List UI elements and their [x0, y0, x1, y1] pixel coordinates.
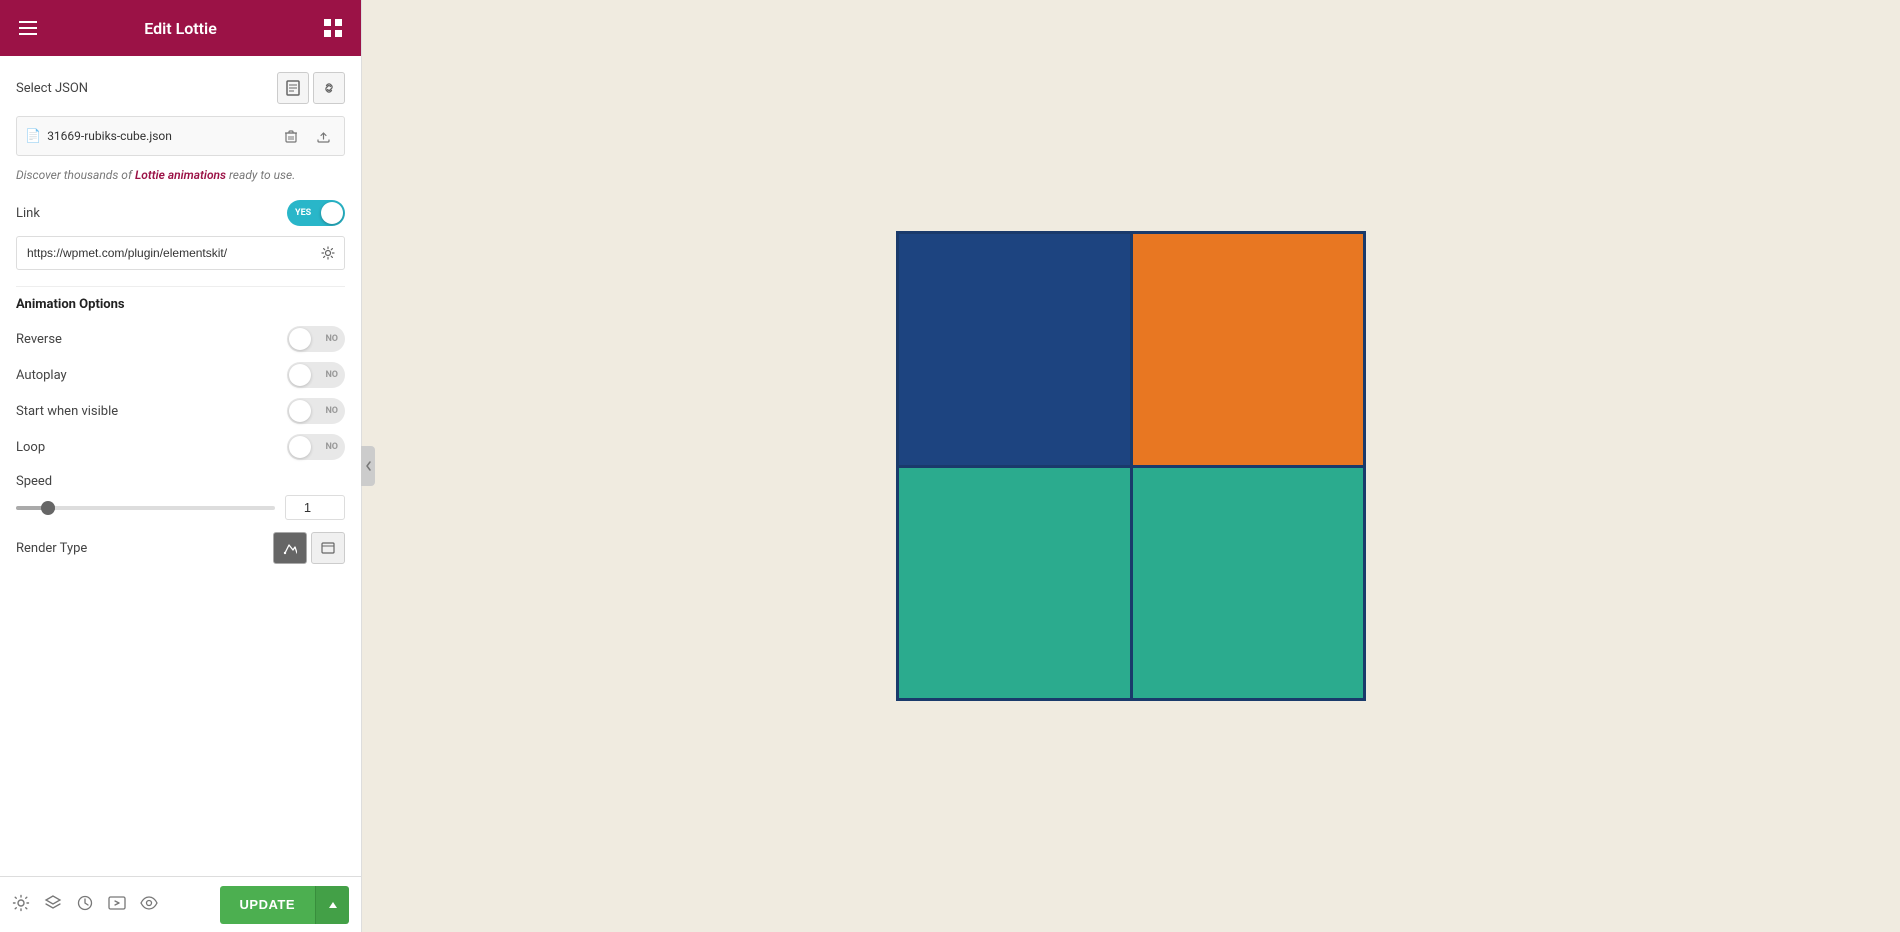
loop-toggle-knob — [289, 436, 311, 458]
file-type-icon: 📄 — [25, 129, 41, 144]
sidebar-content: Select JSON — [0, 56, 361, 876]
collapse-handle[interactable] — [361, 446, 375, 486]
select-json-actions — [277, 72, 345, 104]
sidebar-footer: UPDATE — [0, 876, 361, 932]
reverse-row: Reverse NO — [16, 326, 345, 352]
update-button[interactable]: UPDATE — [220, 886, 315, 924]
start-when-visible-no-label: NO — [325, 406, 338, 416]
render-type-label: Render Type — [16, 541, 87, 556]
lottie-animations-link[interactable]: Lottie animations — [135, 168, 226, 182]
speed-row: Speed — [16, 470, 345, 520]
reverse-no-label: NO — [325, 334, 338, 344]
file-row: 📄 31669-rubiks-cube.json — [16, 116, 345, 156]
file-name-label: 31669-rubiks-cube.json — [47, 129, 272, 143]
start-when-visible-row: Start when visible NO — [16, 398, 345, 424]
loop-no-label: NO — [325, 442, 338, 452]
toggle-knob — [321, 202, 343, 224]
autoplay-label: Autoplay — [16, 368, 67, 383]
render-type-row: Render Type — [16, 532, 345, 564]
history-icon[interactable] — [76, 894, 94, 916]
upload-file-button[interactable] — [310, 123, 336, 149]
reverse-label: Reverse — [16, 332, 62, 347]
reverse-toggle-knob — [289, 328, 311, 350]
rubiks-cube-preview — [896, 231, 1366, 701]
speed-label: Speed — [16, 474, 52, 489]
speed-input[interactable] — [285, 495, 345, 520]
animation-options-title: Animation Options — [16, 297, 345, 312]
render-canvas-button[interactable] — [311, 532, 345, 564]
link-label: Link — [16, 206, 40, 221]
link-toggle[interactable]: YES — [287, 200, 345, 226]
eye-icon[interactable] — [140, 894, 158, 916]
select-json-label: Select JSON — [16, 81, 88, 96]
footer-icons — [12, 894, 158, 916]
speed-slider-row — [16, 495, 345, 520]
cube-quad-top-right — [1133, 234, 1364, 465]
hamburger-icon[interactable] — [16, 16, 40, 40]
speed-slider[interactable] — [16, 506, 275, 510]
reverse-toggle[interactable]: NO — [287, 326, 345, 352]
grid-icon[interactable] — [321, 16, 345, 40]
loop-row: Loop NO — [16, 434, 345, 460]
cube-quad-bottom-left — [899, 468, 1130, 699]
select-json-row: Select JSON — [16, 72, 345, 104]
main-canvas — [362, 0, 1900, 932]
url-row — [16, 236, 345, 270]
layers-icon[interactable] — [44, 894, 62, 916]
autoplay-toggle-knob — [289, 364, 311, 386]
autoplay-row: Autoplay NO — [16, 362, 345, 388]
update-btn-group: UPDATE — [220, 886, 349, 924]
sidebar-header: Edit Lottie — [0, 0, 361, 56]
toggle-yes-label: YES — [295, 208, 311, 218]
render-svg-button[interactable] — [273, 532, 307, 564]
sidebar: Edit Lottie Select JSON — [0, 0, 362, 932]
url-settings-button[interactable] — [312, 237, 344, 269]
update-arrow-button[interactable] — [315, 886, 349, 924]
select-json-file-button[interactable] — [277, 72, 309, 104]
autoplay-no-label: NO — [325, 370, 338, 380]
settings-icon[interactable] — [12, 894, 30, 916]
start-when-visible-toggle[interactable]: NO — [287, 398, 345, 424]
preview-icon[interactable] — [108, 894, 126, 916]
start-when-visible-label: Start when visible — [16, 404, 118, 419]
delete-file-button[interactable] — [278, 123, 304, 149]
loop-toggle[interactable]: NO — [287, 434, 345, 460]
start-when-visible-knob — [289, 400, 311, 422]
divider-1 — [16, 286, 345, 287]
link-row: Link YES — [16, 200, 345, 226]
render-btn-group — [273, 532, 345, 564]
autoplay-toggle[interactable]: NO — [287, 362, 345, 388]
cube-quad-top-left — [899, 234, 1130, 465]
sidebar-title: Edit Lottie — [144, 19, 217, 38]
promo-text: Discover thousands of Lottie animations … — [16, 166, 345, 184]
cube-quad-bottom-right — [1133, 468, 1364, 699]
loop-label: Loop — [16, 440, 45, 455]
url-input[interactable] — [17, 239, 312, 267]
select-json-link-button[interactable] — [313, 72, 345, 104]
